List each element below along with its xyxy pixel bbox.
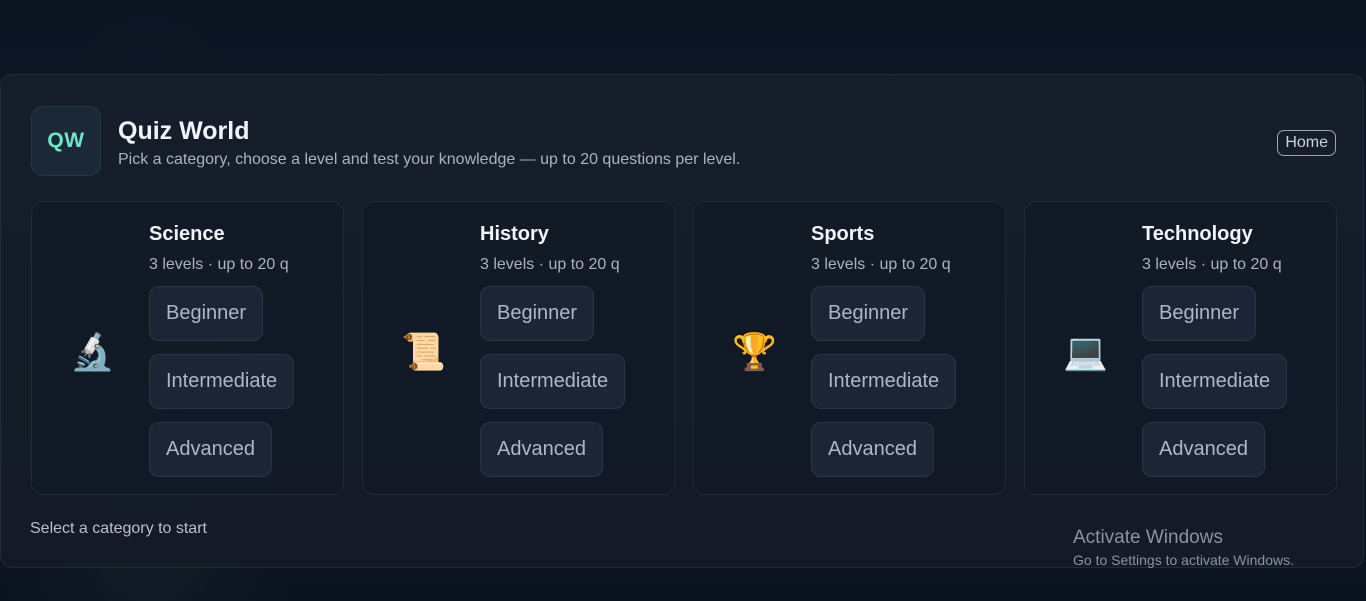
logo-text: QW: [47, 129, 85, 152]
history-beginner-button[interactable]: Beginner: [480, 286, 595, 341]
home-button[interactable]: Home: [1277, 130, 1336, 156]
sports-intermediate-button[interactable]: Intermediate: [811, 354, 957, 409]
page-subtitle: Pick a category, choose a level and test…: [118, 151, 741, 168]
category-meta: 3 levels · up to 20 q: [480, 256, 620, 273]
sports-advanced-button[interactable]: Advanced: [811, 422, 934, 477]
history-advanced-button[interactable]: Advanced: [480, 422, 603, 477]
category-title: History: [480, 223, 549, 245]
technology-advanced-button[interactable]: Advanced: [1142, 422, 1265, 477]
laptop-icon: 💻: [1063, 331, 1108, 372]
status-text: Select a category to start: [30, 520, 207, 537]
microscope-icon: 🔬: [70, 331, 115, 372]
category-card-science: 🔬 Science 3 levels · up to 20 q Beginner…: [31, 201, 344, 495]
activate-windows-title: Activate Windows: [1073, 527, 1223, 548]
sports-beginner-button[interactable]: Beginner: [811, 286, 926, 341]
category-card-history: 📜 History 3 levels · up to 20 q Beginner…: [362, 201, 675, 495]
quiz-panel: QW Quiz World Pick a category, choose a …: [0, 74, 1364, 568]
science-beginner-button[interactable]: Beginner: [149, 286, 264, 341]
trophy-icon: 🏆: [732, 331, 777, 372]
activate-windows-subtitle: Go to Settings to activate Windows.: [1073, 552, 1294, 568]
category-title: Sports: [811, 223, 875, 245]
category-meta: 3 levels · up to 20 q: [1142, 256, 1282, 273]
technology-beginner-button[interactable]: Beginner: [1142, 286, 1257, 341]
category-card-technology: 💻 Technology 3 levels · up to 20 q Begin…: [1024, 201, 1337, 495]
category-title: Technology: [1142, 223, 1253, 245]
category-meta: 3 levels · up to 20 q: [149, 256, 289, 273]
page-title: Quiz World: [118, 117, 250, 145]
category-title: Science: [149, 223, 225, 245]
science-intermediate-button[interactable]: Intermediate: [149, 354, 295, 409]
history-intermediate-button[interactable]: Intermediate: [480, 354, 626, 409]
scroll-icon: 📜: [401, 331, 446, 372]
technology-intermediate-button[interactable]: Intermediate: [1142, 354, 1288, 409]
category-card-sports: 🏆 Sports 3 levels · up to 20 q Beginner …: [693, 201, 1006, 495]
category-meta: 3 levels · up to 20 q: [811, 256, 951, 273]
science-advanced-button[interactable]: Advanced: [149, 422, 272, 477]
app-logo: QW: [31, 106, 101, 176]
